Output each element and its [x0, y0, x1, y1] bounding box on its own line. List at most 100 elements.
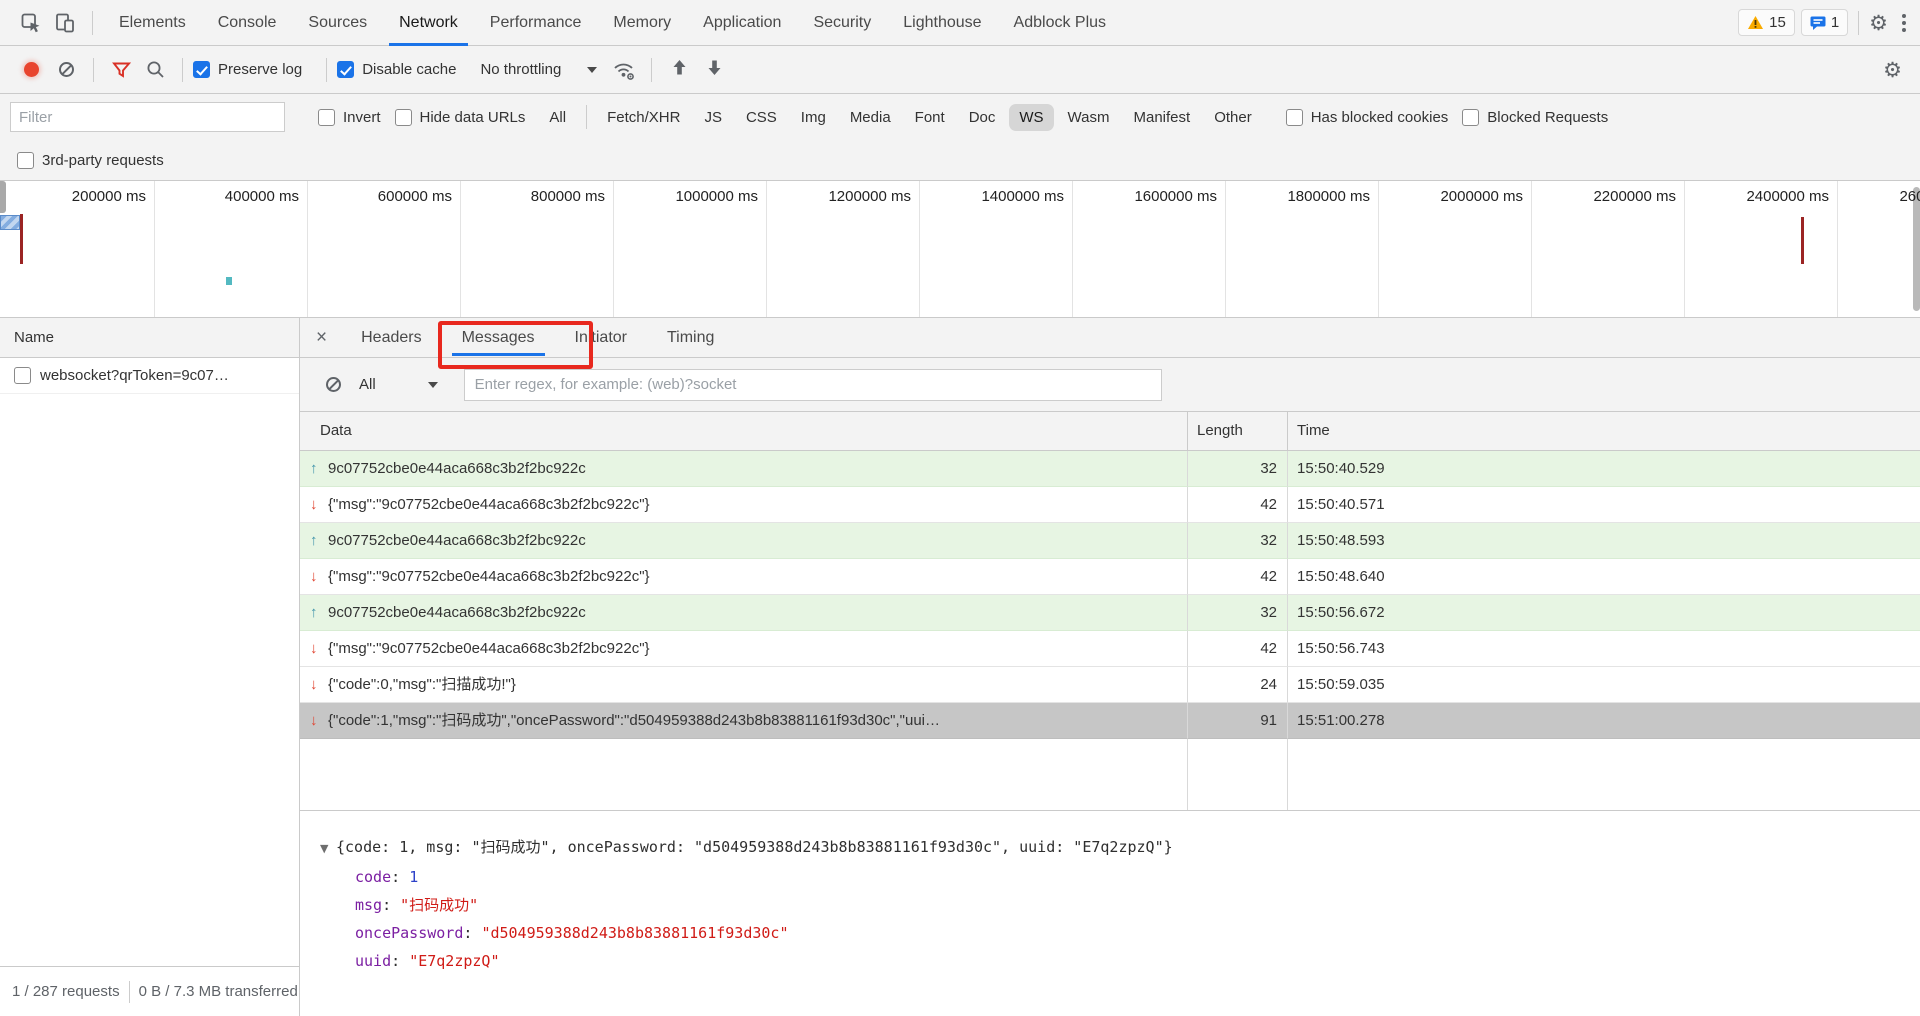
tab-performance[interactable]: Performance: [474, 0, 598, 46]
json-property[interactable]: uuid: "E7q2zpzQ": [320, 947, 1920, 975]
tab-security[interactable]: Security: [797, 0, 887, 46]
tab-application[interactable]: Application: [687, 0, 797, 46]
type-filter-list: Fetch/XHR JS CSS Img Media Font Doc WS Wasm Manif…: [597, 103, 1262, 131]
column-header-length[interactable]: Length: [1187, 412, 1287, 451]
message-data-cell[interactable]: ↓ {"msg":"9c07752cbe0e44aca668c3b2f2bc922…: [300, 559, 1187, 595]
message-length-cell: 32: [1187, 523, 1287, 559]
record-icon[interactable]: [24, 62, 39, 77]
message-data-cell[interactable]: ↓ {"code":1,"msg":"扫码成功","oncePassword":"…: [300, 703, 1187, 739]
import-har-icon[interactable]: [671, 59, 688, 80]
details-tab-initiator[interactable]: Initiator: [555, 318, 647, 358]
filter-input[interactable]: [10, 102, 285, 132]
type-filter-font[interactable]: Font: [905, 104, 955, 131]
name-column-header[interactable]: Name: [0, 318, 299, 358]
message-data-cell[interactable]: ↓ {"code":0,"msg":"扫描成功!"}: [300, 667, 1187, 703]
message-length-cell: 91: [1187, 703, 1287, 739]
divider: [1858, 10, 1860, 35]
throttling-select[interactable]: No throttling: [480, 61, 598, 78]
type-filter-media[interactable]: Media: [840, 104, 901, 131]
tab-console[interactable]: Console: [202, 0, 293, 46]
issues-badge[interactable]: 1: [1800, 9, 1849, 36]
clear-icon[interactable]: [49, 53, 83, 87]
message-data-cell[interactable]: ↑ 9c07752cbe0e44aca668c3b2f2bc922c: [300, 451, 1187, 487]
blocked-requests-checkbox[interactable]: [1462, 108, 1480, 126]
message-data-cell[interactable]: ↑ 9c07752cbe0e44aca668c3b2f2bc922c: [300, 523, 1187, 559]
column-header-data[interactable]: Data: [300, 412, 1187, 451]
invert-label: Invert: [343, 108, 381, 126]
json-property[interactable]: oncePassword: "d504959388d243b8b83881161…: [320, 919, 1920, 947]
ruler-label: 2600000 ms: [1899, 188, 1920, 205]
type-filter-css[interactable]: CSS: [736, 104, 787, 131]
column-header-time[interactable]: Time: [1287, 412, 1920, 451]
type-filter-doc[interactable]: Doc: [959, 104, 1006, 131]
json-key: uuid: [355, 952, 392, 970]
message-type-select[interactable]: All: [359, 376, 438, 393]
timeline-overview[interactable]: 200000 ms 400000 ms 600000 ms 800000 ms 1000…: [0, 180, 1920, 318]
event-line-left: [20, 214, 23, 264]
expand-caret-icon[interactable]: ▼: [320, 835, 336, 863]
status-bar: 1 / 287 requests 0 B / 7.3 MB transferre…: [0, 966, 299, 1016]
close-icon[interactable]: ×: [300, 327, 341, 349]
request-tick: [226, 277, 232, 285]
warnings-badge[interactable]: 15: [1738, 9, 1795, 36]
details-tab-headers[interactable]: Headers: [341, 318, 441, 358]
invert-checkbox[interactable]: [318, 108, 335, 126]
preserve-log-checkbox[interactable]: [193, 61, 210, 78]
type-filter-manifest[interactable]: Manifest: [1124, 104, 1201, 131]
third-party-row: 3rd-party requests: [0, 140, 1920, 180]
tab-memory[interactable]: Memory: [597, 0, 687, 46]
type-filter-other[interactable]: Other: [1204, 104, 1262, 131]
disable-cache-checkbox[interactable]: [337, 61, 355, 78]
more-options-icon[interactable]: [1888, 13, 1920, 32]
received-arrow-icon: ↓: [310, 640, 318, 657]
type-filter-fetch-xhr[interactable]: Fetch/XHR: [597, 104, 690, 131]
message-data-cell[interactable]: ↓ {"msg":"9c07752cbe0e44aca668c3b2f2bc922…: [300, 487, 1187, 523]
clear-messages-icon[interactable]: [326, 377, 341, 392]
request-details-pane: × HeadersMessagesInitiatorTiming All Dat…: [300, 318, 1920, 1016]
messages-table-filler: [300, 739, 1920, 810]
message-data-cell[interactable]: ↑ 9c07752cbe0e44aca668c3b2f2bc922c: [300, 595, 1187, 631]
has-blocked-cookies-label: Has blocked cookies: [1310, 108, 1449, 126]
json-preview-root[interactable]: ▼ {code: 1, msg: "扫码成功", oncePassword: "d…: [320, 833, 1920, 863]
inspect-element-icon[interactable]: [14, 6, 48, 40]
type-filter-img[interactable]: Img: [791, 104, 836, 131]
export-har-icon[interactable]: [706, 59, 723, 80]
json-property[interactable]: code: 1: [320, 863, 1920, 891]
json-property[interactable]: msg: "扫码成功": [320, 891, 1920, 919]
request-name: websocket?qrToken=9c07752cbe0e44aca668c3…: [40, 367, 232, 384]
tab-sources[interactable]: Sources: [292, 0, 383, 46]
message-regex-input[interactable]: [463, 368, 1162, 401]
settings-gear-icon[interactable]: ⚙: [1869, 11, 1888, 35]
message-preview-pane: ▼ {code: 1, msg: "扫码成功", oncePassword: "d…: [300, 810, 1920, 1016]
network-conditions-icon[interactable]: [607, 53, 641, 87]
request-row[interactable]: websocket?qrToken=9c07752cbe0e44aca668c3…: [0, 358, 299, 394]
tab-elements[interactable]: Elements: [103, 0, 202, 46]
tab-network[interactable]: Network: [383, 0, 474, 46]
chevron-down-icon: [427, 381, 438, 388]
type-filter-wasm[interactable]: Wasm: [1058, 104, 1120, 131]
has-blocked-cookies-checkbox[interactable]: [1285, 108, 1303, 126]
type-filter-all[interactable]: All: [539, 104, 576, 131]
filter-funnel-icon[interactable]: [104, 53, 138, 87]
selected-request-marker[interactable]: [0, 215, 20, 230]
warning-triangle-icon: [1748, 16, 1764, 29]
details-tabbar: × Headers Messages Initiator Timing: [300, 318, 1920, 369]
request-checkbox[interactable]: [14, 367, 31, 384]
tab-lighthouse[interactable]: Lighthouse: [887, 0, 997, 46]
message-time-cell: 15:50:48.640: [1287, 559, 1920, 595]
type-filter-ws[interactable]: WS: [1009, 103, 1054, 131]
type-filter-js[interactable]: JS: [694, 104, 732, 131]
message-length-cell: 42: [1187, 559, 1287, 595]
hide-data-urls-checkbox[interactable]: [394, 108, 412, 126]
overview-scrollbar[interactable]: [1913, 187, 1920, 311]
device-toolbar-icon[interactable]: [48, 6, 82, 40]
transferred-size: 0 B / 7.3 MB transferred: [138, 983, 298, 1000]
message-data-cell[interactable]: ↓ {"msg":"9c07752cbe0e44aca668c3b2f2bc922…: [300, 631, 1187, 667]
details-tab-timing[interactable]: Timing: [647, 318, 734, 358]
search-icon[interactable]: [138, 53, 172, 87]
third-party-checkbox[interactable]: [17, 151, 34, 169]
chevron-down-icon: [587, 66, 598, 73]
tab-adblock-plus[interactable]: Adblock Plus: [998, 0, 1123, 46]
network-settings-gear-icon[interactable]: ⚙: [1883, 58, 1902, 82]
details-tab-messages[interactable]: Messages: [442, 318, 555, 358]
